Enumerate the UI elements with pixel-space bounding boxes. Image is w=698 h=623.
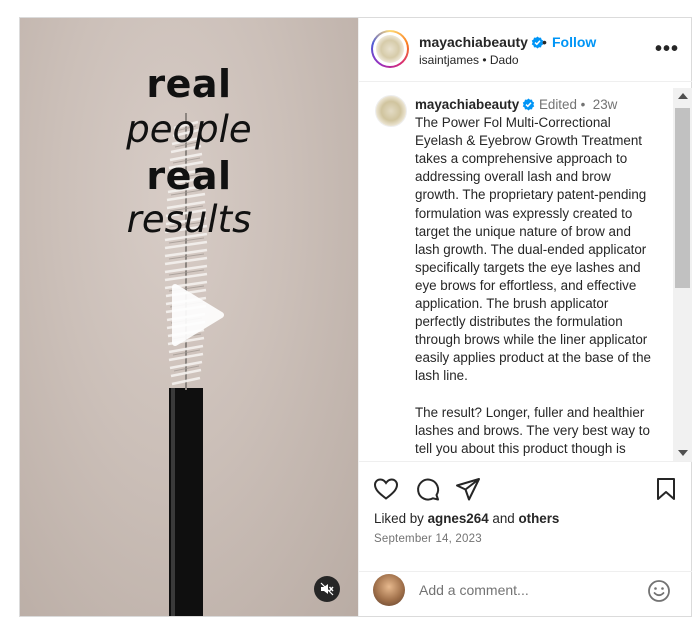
caption-meta: Edited • 23w: [538, 97, 618, 112]
overlay-line-4: results: [126, 198, 252, 241]
header-subtitle[interactable]: isaintjames • Dado: [419, 53, 519, 67]
scroll-down-arrow-icon[interactable]: [678, 450, 688, 456]
caption-text-block: mayachiabeauty Edited • 23w The Power Fo…: [415, 96, 655, 458]
header-separator: •: [542, 34, 547, 50]
likes-middle: and: [488, 511, 519, 526]
caption-username[interactable]: mayachiabeauty: [415, 97, 519, 112]
overlay-line-3: real: [146, 154, 232, 198]
caption-body: The Power Fol Multi-Correctional Eyelash…: [415, 115, 651, 456]
current-user-avatar: [373, 574, 405, 606]
caption-scrollbar[interactable]: [673, 88, 692, 461]
bookmark-icon[interactable]: [652, 475, 680, 503]
heart-icon[interactable]: [372, 475, 400, 503]
comment-icon[interactable]: [413, 475, 441, 503]
post-header: mayachiabeauty • Follow isaintjames • Da…: [359, 18, 692, 82]
follow-button[interactable]: Follow: [552, 34, 596, 50]
post-date[interactable]: September 14, 2023: [374, 533, 482, 545]
avatar[interactable]: [371, 30, 409, 68]
verified-badge-icon: [523, 98, 535, 111]
scroll-up-arrow-icon[interactable]: [678, 93, 688, 99]
caption-avatar[interactable]: [375, 95, 407, 127]
comment-input[interactable]: Add a comment...: [419, 582, 529, 598]
share-icon[interactable]: [454, 475, 482, 503]
emoji-icon[interactable]: [647, 579, 671, 603]
likes-prefix: Liked by: [374, 511, 428, 526]
overlay-line-2: people: [126, 108, 252, 151]
comment-bar: Add a comment...: [359, 571, 692, 616]
likes-summary: Liked by agnes264 and others: [374, 511, 559, 526]
overlay-line-1: real: [146, 62, 232, 106]
play-icon[interactable]: [163, 283, 227, 347]
video-player[interactable]: real people real results: [20, 18, 358, 616]
scrollbar-thumb[interactable]: [675, 108, 690, 288]
post-actions: Liked by agnes264 and others September 1…: [359, 461, 692, 571]
header-username[interactable]: mayachiabeauty: [419, 34, 544, 50]
post-sidebar: mayachiabeauty • Follow isaintjames • Da…: [358, 18, 692, 616]
muted-audio-icon[interactable]: [314, 576, 340, 602]
likes-others-link[interactable]: others: [518, 511, 559, 526]
post-dialog: real people real results mayachiabeauty …: [19, 17, 692, 617]
caption-area: mayachiabeauty Edited • 23w The Power Fo…: [359, 82, 692, 461]
more-icon[interactable]: •••: [655, 38, 679, 61]
brush-handle-highlight: [171, 388, 175, 616]
likes-user-link[interactable]: agnes264: [428, 511, 489, 526]
